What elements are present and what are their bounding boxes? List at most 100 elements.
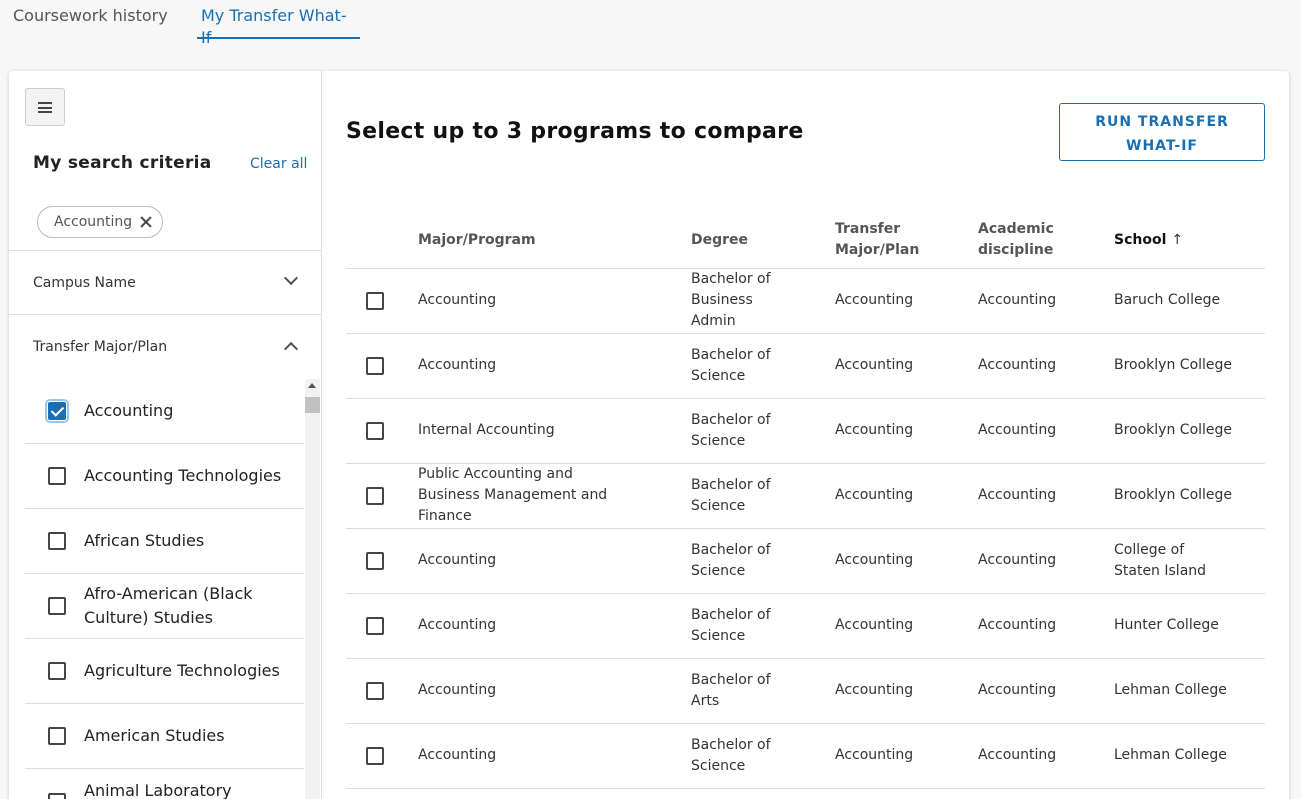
school-cell: Brooklyn College [1114,333,1265,399]
option-agriculture-technologies[interactable]: Agriculture Technologies [25,639,304,704]
table-row[interactable]: Public Accounting and Business Managemen… [346,463,1265,529]
row-select-cell [346,398,418,464]
checkbox[interactable] [48,467,66,485]
degree-cell: Bachelor of Science [691,528,835,594]
row-checkbox[interactable] [366,356,384,375]
table-row[interactable]: Accounting Bachelor of Science Accounting A… [346,593,1265,659]
option-accounting[interactable]: Accounting [25,379,304,444]
option-african-studies[interactable]: African Studies [25,509,304,574]
school-cell-text: Brooklyn College [1114,357,1233,373]
row-checkbox[interactable] [366,486,384,505]
degree-cell-text: Bachelor of Science [691,541,771,579]
close-icon[interactable] [140,216,152,228]
discipline-cell: Accounting [978,528,1114,594]
transfer-major-cell: Accounting [835,268,978,334]
school-cell-text: College of Staten Island [1114,541,1207,579]
transfer-major-column-header[interactable]: Transfer Major/Plan [835,213,978,269]
scroll-thumb[interactable] [305,397,320,413]
checkbox[interactable] [48,662,66,680]
facet-campus-name[interactable]: Campus Name [9,251,322,315]
scrollbar[interactable] [305,379,320,799]
degree-cell-text: Bachelor of Science [691,476,771,514]
option-label: Animal Laboratory [84,781,232,799]
option-animal-laboratory[interactable]: Animal Laboratory [25,769,304,799]
discipline-cell-text: Accounting [978,747,1057,763]
scroll-up-icon[interactable] [308,383,316,388]
criteria-chip: Accounting [37,206,164,238]
major-cell-text: Accounting [418,617,497,633]
transfer-major-cell: Accounting [835,723,978,789]
table-row[interactable]: Accounting Bachelor of Business Admin Acco… [346,268,1265,334]
run-transfer-what-if-button[interactable]: RUN TRANSFER WHAT-IF [1059,103,1265,161]
facet-transfer-major-plan[interactable]: Transfer Major/Plan [9,315,322,379]
transfer-major-cell-text: Accounting [835,357,914,373]
school-header-label: School [1114,231,1167,248]
transfer-major-cell: Accounting [835,528,978,594]
row-checkbox[interactable] [366,681,384,700]
row-checkbox[interactable] [366,421,384,440]
degree-cell: Bachelor of Science [691,463,835,529]
option-american-studies[interactable]: American Studies [25,704,304,769]
checkbox[interactable] [48,727,66,745]
row-select-cell [346,723,418,789]
transfer-major-cell: Accounting [835,333,978,399]
degree-cell-text: Bachelor of Science [691,346,771,384]
checkbox[interactable] [48,597,66,615]
discipline-cell: Accounting [978,398,1114,464]
tab-my-transfer-what-if[interactable]: My Transfer What-If [197,5,360,47]
discipline-cell: Accounting [978,593,1114,659]
row-checkbox[interactable] [366,746,384,765]
school-column-header[interactable]: School ↑ [1114,213,1265,269]
discipline-cell-text: Accounting [978,682,1057,698]
tab-coursework-history[interactable]: Coursework history [9,5,172,39]
school-cell-text: Brooklyn College [1114,487,1233,503]
row-checkbox[interactable] [366,616,384,635]
checkbox[interactable] [48,793,66,799]
row-select-cell [346,463,418,529]
table-row[interactable]: Internal Accounting Bachelor of Science Ac… [346,398,1265,464]
discipline-cell: Accounting [978,333,1114,399]
discipline-cell-text: Accounting [978,422,1057,438]
filter-sidebar: My search criteria Clear all Accounting … [9,71,322,799]
transfer-major-cell-text: Accounting [835,552,914,568]
major-program-column-header[interactable]: Major/Program [418,213,691,269]
transfer-major-cell: Accounting [835,593,978,659]
table-row[interactable]: Accounting Bachelor of Science Accounting A… [346,723,1265,789]
major-cell: Accounting [418,723,691,789]
degree-cell: Bachelor of Business Admin [691,268,835,334]
transfer-major-header-label: Transfer Major/Plan [835,221,920,259]
discipline-cell: Accounting [978,658,1114,724]
option-label: Accounting Technologies [84,466,282,485]
table-row[interactable]: Accounting Bachelor of Science Accounting A… [346,333,1265,399]
major-cell-text: Internal Accounting [418,422,555,438]
major-cell-text: Accounting [418,552,497,568]
row-checkbox[interactable] [366,551,384,570]
hamburger-icon [38,101,52,113]
transfer-major-cell: Accounting [835,658,978,724]
option-accounting-technologies[interactable]: Accounting Technologies [25,444,304,509]
arrow-up-icon[interactable]: ↑ [1171,230,1183,251]
school-cell: Brooklyn College [1114,398,1265,464]
school-cell: Brooklyn College [1114,463,1265,529]
discipline-column-header[interactable]: Academic discipline [978,213,1114,269]
checkbox[interactable] [48,532,66,550]
option-label: Afro-American (Black Culture) Studies [84,584,253,627]
school-cell-text: Baruch College [1114,292,1221,308]
checkbox[interactable] [45,399,69,423]
menu-toggle-button[interactable] [25,88,65,126]
clear-all-link[interactable]: Clear all [250,156,307,172]
school-cell: Baruch College [1114,268,1265,334]
discipline-cell-text: Accounting [978,357,1057,373]
major-cell: Accounting [418,658,691,724]
discipline-cell-text: Accounting [978,292,1057,308]
table-row[interactable]: Accounting Bachelor of Science Accounting A… [346,528,1265,594]
school-cell-text: Brooklyn College [1114,422,1233,438]
row-select-cell [346,528,418,594]
table-row[interactable]: Accounting Bachelor of Arts Accounting Acco… [346,658,1265,724]
row-checkbox[interactable] [366,291,384,310]
row-select-cell [346,333,418,399]
major-cell-text: Accounting [418,747,497,763]
degree-column-header[interactable]: Degree [691,213,835,269]
option-afro-american-studies[interactable]: Afro-American (Black Culture) Studies [25,574,304,639]
transfer-major-cell: Accounting [835,398,978,464]
